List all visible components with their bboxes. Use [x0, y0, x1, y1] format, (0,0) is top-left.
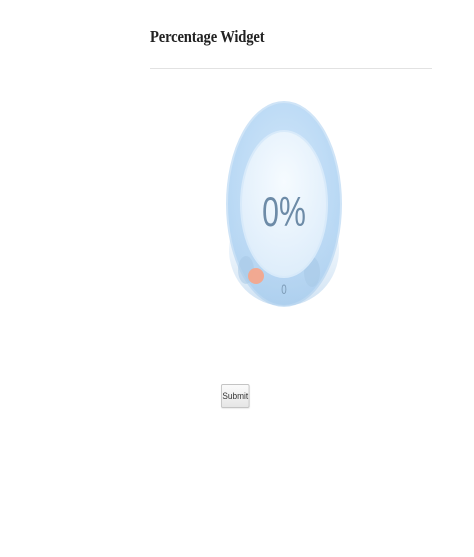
title-divider: [150, 68, 432, 69]
value-display: 0: [281, 281, 287, 297]
percentage-dial[interactable]: 0% 0: [225, 100, 343, 310]
page-title: Percentage Widget: [150, 27, 265, 46]
percentage-display: 0%: [262, 188, 306, 235]
percentage-widget[interactable]: 0% 0: [225, 100, 343, 310]
submit-button[interactable]: Submit: [221, 384, 250, 408]
slider-handle[interactable]: [248, 268, 264, 284]
